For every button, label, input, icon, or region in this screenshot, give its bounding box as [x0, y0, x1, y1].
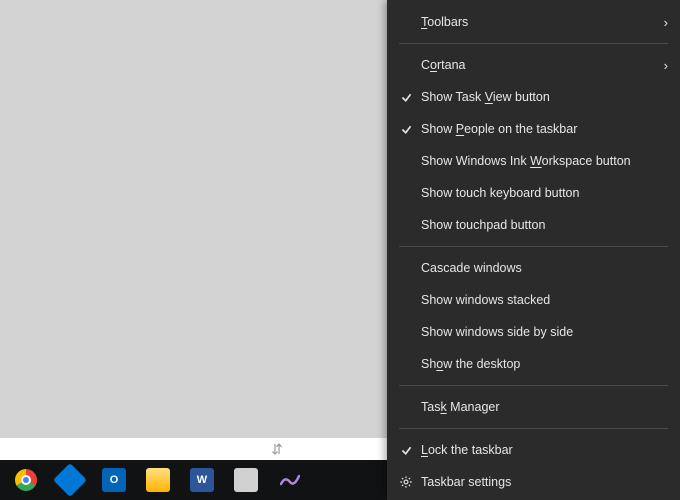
menu-item-label: Task Manager	[417, 400, 652, 414]
menu-item-label: Show windows stacked	[417, 293, 652, 307]
check-icon	[395, 91, 417, 104]
menu-item-show-touch-keyboard-button[interactable]: Show touch keyboard button	[387, 177, 680, 209]
menu-separator	[399, 428, 668, 429]
taskbar-context-menu: Toolbars›Cortana›Show Task View buttonSh…	[387, 0, 680, 500]
onenote-icon	[278, 468, 302, 492]
menu-item-show-windows-ink-workspace-button[interactable]: Show Windows Ink Workspace button	[387, 145, 680, 177]
menu-item-show-task-view-button[interactable]: Show Task View button	[387, 81, 680, 113]
word-icon: W	[190, 468, 214, 492]
menu-item-show-windows-stacked[interactable]: Show windows stacked	[387, 284, 680, 316]
network-transfer-icon: ⇵	[268, 440, 286, 458]
taskbar-app-explorer[interactable]	[136, 460, 180, 500]
check-icon	[395, 444, 417, 457]
taskbar-app-word[interactable]: W	[180, 460, 224, 500]
menu-item-label: Show Task View button	[417, 90, 652, 104]
menu-item-cascade-windows[interactable]: Cascade windows	[387, 252, 680, 284]
taskbar-app-outlook[interactable]: O	[92, 460, 136, 500]
chevron-right-icon: ›	[652, 15, 668, 30]
menu-item-show-touchpad-button[interactable]: Show touchpad button	[387, 209, 680, 241]
menu-item-label: Taskbar settings	[417, 475, 652, 489]
taskbar-app-onenote[interactable]	[268, 460, 312, 500]
check-icon	[395, 123, 417, 136]
vscode-icon	[53, 463, 87, 497]
taskbar-app-vscode[interactable]	[48, 460, 92, 500]
menu-item-label: Cascade windows	[417, 261, 652, 275]
menu-item-label: Show the desktop	[417, 357, 652, 371]
taskbar-app-chrome[interactable]	[4, 460, 48, 500]
menu-item-task-manager[interactable]: Task Manager	[387, 391, 680, 423]
menu-item-show-windows-side-by-side[interactable]: Show windows side by side	[387, 316, 680, 348]
menu-separator	[399, 385, 668, 386]
menu-item-label: Show touch keyboard button	[417, 186, 652, 200]
menu-item-cortana[interactable]: Cortana›	[387, 49, 680, 81]
menu-separator	[399, 43, 668, 44]
paint-icon	[234, 468, 258, 492]
menu-item-label: Show touchpad button	[417, 218, 652, 232]
menu-item-label: Cortana	[417, 58, 652, 72]
menu-item-show-people-on-the-taskbar[interactable]: Show People on the taskbar	[387, 113, 680, 145]
explorer-icon	[146, 468, 170, 492]
menu-item-label: Lock the taskbar	[417, 443, 652, 457]
chevron-right-icon: ›	[652, 58, 668, 73]
menu-item-taskbar-settings[interactable]: Taskbar settings	[387, 466, 680, 498]
taskbar-app-paint[interactable]	[224, 460, 268, 500]
chrome-icon	[14, 468, 38, 492]
outlook-icon: O	[102, 468, 126, 492]
menu-item-lock-the-taskbar[interactable]: Lock the taskbar	[387, 434, 680, 466]
menu-separator	[399, 246, 668, 247]
menu-item-label: Show Windows Ink Workspace button	[417, 154, 652, 168]
menu-item-label: Show People on the taskbar	[417, 122, 652, 136]
menu-item-toolbars[interactable]: Toolbars›	[387, 6, 680, 38]
menu-item-show-the-desktop[interactable]: Show the desktop	[387, 348, 680, 380]
menu-item-label: Toolbars	[417, 15, 652, 29]
gear-icon	[395, 475, 417, 489]
menu-item-label: Show windows side by side	[417, 325, 652, 339]
